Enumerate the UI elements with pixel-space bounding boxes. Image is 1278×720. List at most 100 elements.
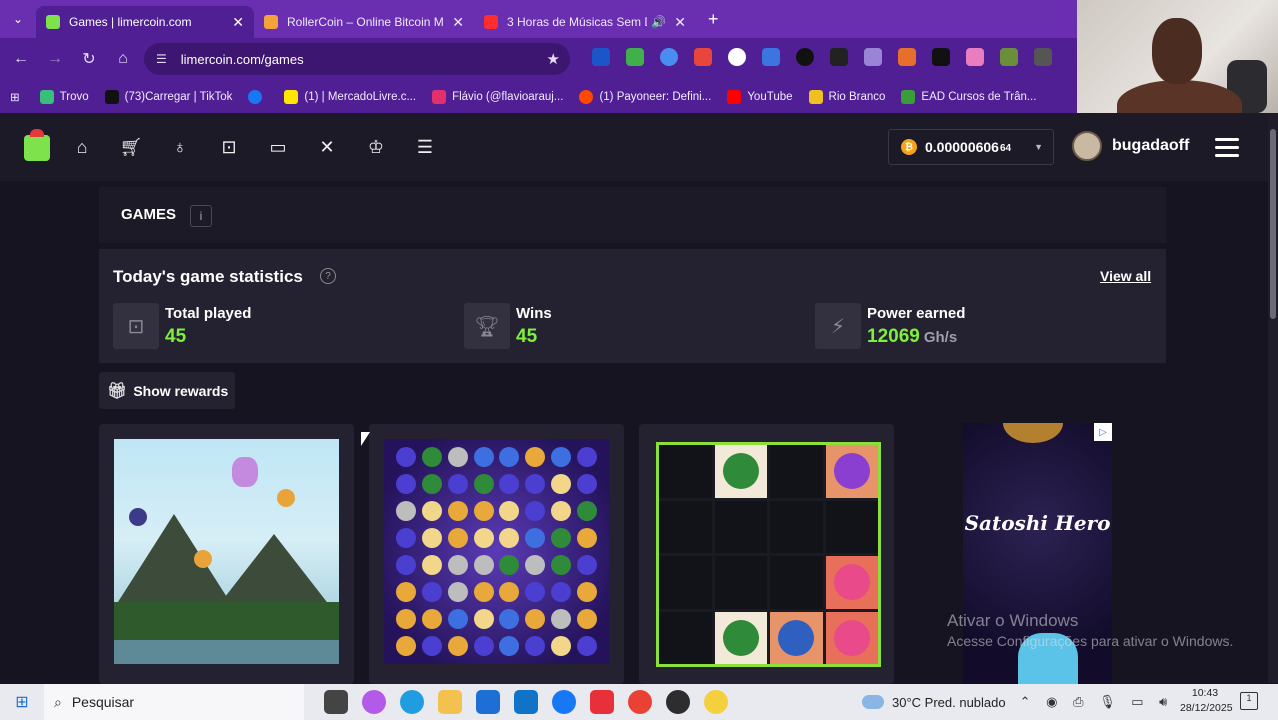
page-scrollbar[interactable]: [1268, 113, 1278, 683]
facebook-icon[interactable]: [552, 690, 576, 714]
site-info-icon[interactable]: ☰: [156, 52, 167, 66]
gamepad-icon[interactable]: ⊡: [211, 129, 247, 165]
triangle-extension-icon[interactable]: [796, 48, 814, 66]
empty-cell: [659, 445, 712, 498]
home-icon[interactable]: ⌂: [64, 129, 100, 165]
pen-extension-icon[interactable]: [932, 48, 950, 66]
file-explorer-icon[interactable]: [438, 690, 462, 714]
metamask-extension-icon[interactable]: [898, 48, 916, 66]
coin-tile-icon: [447, 554, 468, 575]
avatar[interactable]: [1072, 131, 1102, 161]
info-icon[interactable]: i: [190, 205, 212, 227]
mercadolivre-icon: [284, 89, 299, 104]
wallet-icon[interactable]: ▭: [260, 129, 296, 165]
pink-extension-icon[interactable]: [966, 48, 984, 66]
obs-icon[interactable]: [666, 690, 690, 714]
chrome-icon[interactable]: [628, 690, 652, 714]
shield-extension-icon[interactable]: [592, 48, 610, 66]
address-bar[interactable]: ☰ limercoin.com/games ★: [144, 43, 570, 75]
water-shape: [114, 640, 339, 664]
square-extension-icon[interactable]: [830, 48, 848, 66]
chart-extension-icon[interactable]: [626, 48, 644, 66]
extensions-row: [592, 48, 1052, 66]
bookmark-trovo[interactable]: Trovo: [39, 89, 89, 104]
game-card-crypto-match[interactable]: [369, 424, 624, 684]
limercoin-favicon-icon: [46, 15, 60, 29]
tab-youtube-music[interactable]: 3 Horas de Músicas Sem Di 🔊 ✕: [474, 6, 696, 38]
speaker-icon[interactable]: 🔊: [651, 15, 666, 29]
bookmark-payoneer[interactable]: (1) Payoneer: Defini...: [579, 89, 711, 104]
edge-icon[interactable]: [400, 690, 424, 714]
windows-taskbar: ⊞ ⌕ Pesquisar 30°C Pred. nublado ⌃ ◉ ⎙ 🎙…: [0, 684, 1278, 720]
close-tab-icon[interactable]: ✕: [674, 14, 686, 31]
windows-start-icon[interactable]: ⊞: [0, 684, 44, 720]
balance-dropdown[interactable]: ₿ 0.00000606 64 ▼: [888, 129, 1054, 165]
cloud-extension-icon[interactable]: [864, 48, 882, 66]
coin-tile-icon: [447, 581, 468, 602]
crown-box-icon[interactable]: ♔: [358, 129, 394, 165]
notification-icon[interactable]: 1: [1240, 692, 1258, 710]
view-all-link[interactable]: View all: [1100, 268, 1151, 284]
user-menu[interactable]: bugadaoff: [1072, 131, 1189, 161]
site-logo-icon[interactable]: [24, 129, 50, 161]
ad-choices-icon[interactable]: ▷: [1094, 423, 1112, 441]
scrollbar-thumb[interactable]: [1270, 129, 1276, 319]
outlook-icon[interactable]: [514, 690, 538, 714]
taskbar-clock[interactable]: 10:43 28/12/2025: [1180, 686, 1233, 716]
youtube-icon: [727, 89, 742, 104]
coin-tile-icon: [421, 554, 442, 575]
close-tab-icon[interactable]: ✕: [232, 14, 244, 31]
back-button[interactable]: ←: [4, 42, 38, 76]
game-extension-icon[interactable]: [728, 48, 746, 66]
flag-icon: [808, 89, 823, 104]
game-card-coin-flip[interactable]: [99, 424, 354, 684]
site-nav: ⌂ 🛒︎ ♁ ⊡ ▭ ✕ ♔ ☰: [64, 129, 443, 165]
bookmark-rio-branco[interactable]: Rio Branco: [808, 89, 885, 104]
bookmark-facebook[interactable]: [248, 89, 268, 104]
coin-tile-icon: [473, 528, 494, 549]
cart-icon[interactable]: 🛒︎: [113, 129, 149, 165]
reload-button[interactable]: ↻: [72, 42, 106, 76]
site-header: ⌂ 🛒︎ ♁ ⊡ ▭ ✕ ♔ ☰ ₿ 0.00000606 64 ▼ bugada…: [0, 113, 1268, 181]
weather-icon[interactable]: [862, 695, 884, 709]
tab-rollercoin[interactable]: RollerCoin – Online Bitcoin Mini ✕: [254, 6, 474, 38]
circle-extension-icon[interactable]: [660, 48, 678, 66]
bookmark-ead-cursos[interactable]: EAD Cursos de Trân...: [901, 89, 1036, 104]
copilot-icon[interactable]: [362, 690, 386, 714]
coin-tile-icon: [473, 581, 494, 602]
bookmark-mercadolivre[interactable]: (1) | MercadoLivre.c...: [284, 89, 416, 104]
store-icon[interactable]: [476, 690, 500, 714]
red-extension-icon[interactable]: [694, 48, 712, 66]
close-tab-icon[interactable]: ✕: [452, 14, 464, 31]
coin-icon: [194, 550, 212, 568]
green-extension-icon[interactable]: [1000, 48, 1018, 66]
forward-button[interactable]: →: [38, 42, 72, 76]
bookmark-instagram[interactable]: Flávio (@flavioarauj...: [432, 89, 563, 104]
tools-icon[interactable]: ✕: [309, 129, 345, 165]
help-icon[interactable]: ?: [320, 268, 336, 284]
coin-tile-icon: [447, 528, 468, 549]
list-icon[interactable]: ☰: [407, 129, 443, 165]
taskbar-search[interactable]: ⌕ Pesquisar: [44, 684, 304, 720]
puzzle-extension-icon[interactable]: [1034, 48, 1052, 66]
office-icon[interactable]: [590, 690, 614, 714]
coin-tile-icon: [499, 581, 520, 602]
bookmark-star-icon[interactable]: ★: [547, 50, 560, 68]
coin-tile-icon: [473, 501, 494, 522]
apps-grid-icon[interactable]: ⊞: [10, 90, 20, 104]
tray-icons[interactable]: ⌃ ◉ ⎙ 🎙︎ ▭ 🔊︎: [1020, 694, 1174, 710]
bookmark-youtube[interactable]: YouTube: [727, 89, 793, 104]
bottle-icon[interactable]: ♁: [162, 129, 198, 165]
webcam-overlay: [1077, 0, 1278, 113]
home-button[interactable]: ⌂: [106, 42, 140, 76]
vpn-extension-icon[interactable]: [762, 48, 780, 66]
new-tab-button[interactable]: +: [708, 9, 719, 30]
task-view-icon[interactable]: [324, 690, 348, 714]
game-card-token-puzzle[interactable]: [639, 424, 894, 684]
app-icon[interactable]: [704, 690, 728, 714]
tab-games-limercoin[interactable]: Games | limercoin.com ✕: [36, 6, 254, 38]
bookmark-tiktok[interactable]: (73)Carregar | TikTok: [104, 89, 232, 104]
tab-search-button[interactable]: ⌄: [0, 0, 36, 38]
show-rewards-button[interactable]: 🎁︎ Show rewards: [99, 372, 235, 409]
hamburger-menu-icon[interactable]: [1215, 138, 1239, 162]
